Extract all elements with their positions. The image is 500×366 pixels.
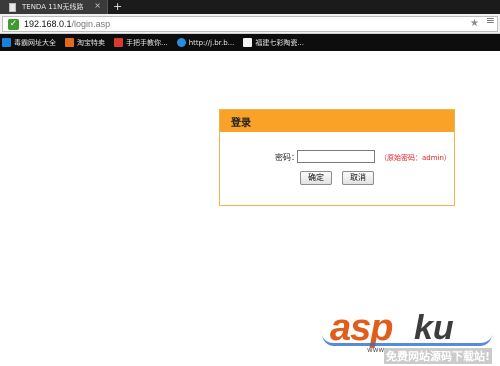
menu-icon[interactable]: ≡ <box>486 14 495 27</box>
bookmark-label: http://j.br.b... <box>188 38 235 47</box>
password-label: 密码： <box>275 153 299 162</box>
bookmarks-bar: 毒霸网址大全 淘宝特卖 手把手教你... http://j.br.b... 福建… <box>0 34 500 51</box>
url-path: /login.asp <box>71 19 111 29</box>
url-text: 192.168.0.1/login.asp <box>24 18 110 30</box>
close-tab-icon[interactable]: × <box>94 1 101 10</box>
watermark-swoosh <box>322 334 492 346</box>
watermark-logo: asp ku www 免费网站源码下载站! <box>322 306 497 364</box>
bookmark-item[interactable]: 毒霸网址大全 <box>2 34 56 51</box>
bookmark-label: 福建七彩陶瓷... <box>255 38 305 47</box>
login-title: 登录 <box>231 118 251 129</box>
bookmark-label: 淘宝特卖 <box>77 38 105 47</box>
bookmark-label: 手把手教你... <box>126 38 168 47</box>
star-icon[interactable]: ★ <box>470 18 479 29</box>
bookmark-label: 毒霸网址大全 <box>14 38 56 47</box>
new-tab-icon[interactable]: + <box>113 0 122 13</box>
bookmark-item[interactable]: http://j.br.b... <box>176 34 235 51</box>
bookmark-item[interactable]: 淘宝特卖 <box>65 34 105 51</box>
tab-bar: TENDA 11N无线路 × + <box>0 0 500 14</box>
ok-button[interactable]: 确定 <box>300 171 332 185</box>
check-shield-icon: ✓ <box>8 19 19 30</box>
bookmark-icon <box>65 38 74 47</box>
login-panel: 登录 密码： （原始密码：admin） 确定 取消 <box>219 109 455 206</box>
bookmark-icon <box>176 38 186 47</box>
watermark-url: www <box>367 346 385 354</box>
address-bar: ✓ 192.168.0.1/login.asp ★ ≡ <box>0 14 500 34</box>
watermark-tagline: 免费网站源码下载站! <box>384 348 493 364</box>
bookmark-icon <box>114 38 123 47</box>
bookmark-item[interactable]: 手把手教你... <box>114 34 168 51</box>
bookmark-item[interactable]: 福建七彩陶瓷... <box>243 34 304 51</box>
password-hint: （原始密码：admin） <box>380 154 451 162</box>
page-icon <box>9 2 16 12</box>
login-header <box>220 110 454 132</box>
tab-title: TENDA 11N无线路 <box>22 3 84 11</box>
password-input[interactable] <box>297 150 375 163</box>
url-host: 192.168.0.1 <box>24 19 72 29</box>
cancel-button[interactable]: 取消 <box>342 171 374 185</box>
bookmark-icon <box>2 38 11 47</box>
bookmark-icon <box>243 38 253 47</box>
url-input[interactable]: ✓ 192.168.0.1/login.asp ★ <box>2 16 498 32</box>
browser-tab[interactable]: TENDA 11N无线路 × <box>0 0 108 14</box>
